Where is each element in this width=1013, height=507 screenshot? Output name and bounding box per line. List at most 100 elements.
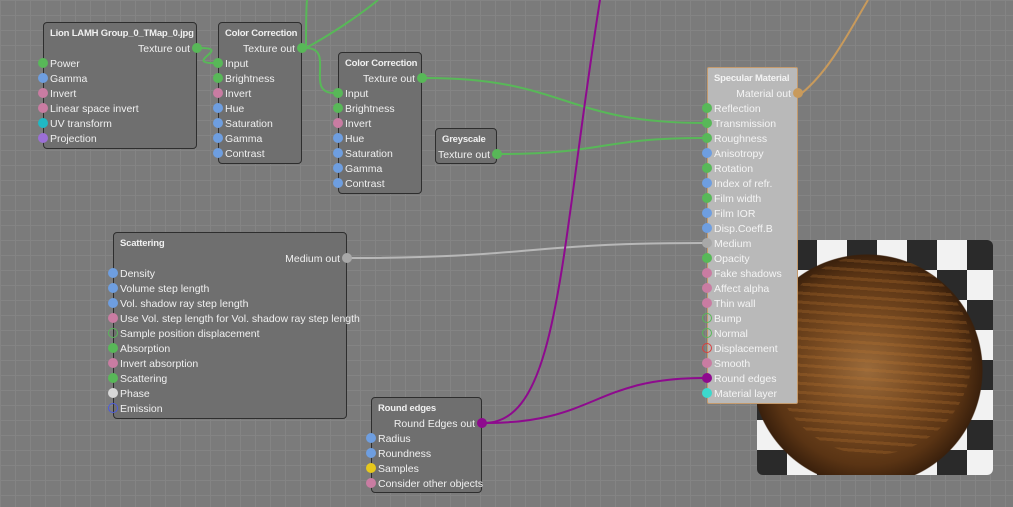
input-label: Density: [120, 268, 156, 280]
node-image[interactable]: Lion LAMH Group_0_TMap_0.jpg Texture out P…: [43, 22, 197, 149]
wire-cc1-up-2[interactable]: [305, 0, 379, 49]
output-port[interactable]: [793, 88, 803, 98]
input-label: Thin wall: [714, 298, 756, 310]
output-port[interactable]: [342, 253, 352, 263]
output-label: Material out: [736, 88, 791, 100]
input-port[interactable]: [213, 58, 223, 68]
input-port[interactable]: [702, 373, 712, 383]
input-port[interactable]: [702, 118, 712, 128]
input-label: UV transform: [50, 118, 112, 130]
wire-cc1-up-1[interactable]: [305, 0, 308, 49]
wire-image-to-cc1[interactable]: [200, 47, 215, 64]
output-port[interactable]: [297, 43, 307, 53]
input-port[interactable]: [108, 268, 118, 278]
input-port[interactable]: [108, 328, 118, 338]
input-label: Invert absorption: [120, 358, 199, 370]
input-label: Vol. shadow ray step length: [120, 298, 249, 310]
input-port[interactable]: [38, 118, 48, 128]
input-port[interactable]: [366, 478, 376, 488]
input-label: Transmission: [714, 118, 777, 130]
input-port[interactable]: [333, 148, 343, 158]
input-port[interactable]: [366, 463, 376, 473]
input-port[interactable]: [702, 133, 712, 143]
input-port[interactable]: [702, 298, 712, 308]
input-port[interactable]: [213, 133, 223, 143]
node-round[interactable]: Round edges Round Edges out Radius Roundnes…: [371, 397, 483, 493]
input-label: Rotation: [714, 163, 754, 175]
input-port[interactable]: [333, 133, 343, 143]
input-port[interactable]: [702, 283, 712, 293]
input-port[interactable]: [108, 313, 118, 323]
output-port[interactable]: [492, 149, 502, 159]
input-port[interactable]: [38, 58, 48, 68]
input-port[interactable]: [38, 103, 48, 113]
input-port[interactable]: [702, 328, 712, 338]
output-port[interactable]: [477, 418, 487, 428]
input-port[interactable]: [38, 73, 48, 83]
wire-grey-to-roughness[interactable]: [500, 137, 704, 155]
input-port[interactable]: [108, 298, 118, 308]
input-port[interactable]: [702, 268, 712, 278]
input-port[interactable]: [702, 148, 712, 158]
input-label: Invert: [225, 88, 252, 100]
output-port[interactable]: [417, 73, 427, 83]
input-port[interactable]: [702, 388, 712, 398]
wire-medium[interactable]: [350, 242, 704, 259]
input-label: Scattering: [120, 373, 168, 385]
input-port[interactable]: [108, 373, 118, 383]
input-port[interactable]: [702, 253, 712, 263]
input-port[interactable]: [333, 178, 343, 188]
input-port[interactable]: [213, 103, 223, 113]
input-port[interactable]: [333, 103, 343, 113]
input-port[interactable]: [38, 133, 48, 143]
node-title: Round edges: [378, 403, 436, 414]
input-label: Samples: [378, 463, 419, 475]
input-label: Reflection: [714, 103, 761, 115]
node-cc2[interactable]: Color Correction Texture out Input Brightne…: [338, 52, 422, 194]
node-cc1[interactable]: Color Correction Texture out Input Brightne…: [218, 22, 302, 164]
input-port[interactable]: [702, 238, 712, 248]
node-spec[interactable]: Specular Material Material out Reflection T…: [707, 67, 798, 404]
input-port[interactable]: [702, 178, 712, 188]
input-port[interactable]: [38, 88, 48, 98]
input-port[interactable]: [213, 148, 223, 158]
input-port[interactable]: [108, 358, 118, 368]
input-port[interactable]: [108, 343, 118, 353]
wire-round-edges[interactable]: [485, 377, 704, 424]
input-label: Contrast: [225, 148, 265, 160]
input-label: Absorption: [120, 343, 171, 355]
node-grey[interactable]: Greyscale Texture out: [435, 128, 497, 164]
input-port[interactable]: [108, 388, 118, 398]
input-label: Use Vol. step length for Vol. shadow ray…: [120, 313, 360, 325]
input-port[interactable]: [702, 163, 712, 173]
input-port[interactable]: [333, 163, 343, 173]
input-port[interactable]: [702, 103, 712, 113]
wire-material-out[interactable]: [801, 0, 869, 94]
input-port[interactable]: [702, 313, 712, 323]
input-label: Contrast: [345, 178, 385, 190]
input-port[interactable]: [366, 448, 376, 458]
wire-cc2-to-transmission[interactable]: [425, 77, 704, 124]
node-title: Scattering: [120, 238, 165, 249]
input-port[interactable]: [213, 118, 223, 128]
input-port[interactable]: [108, 403, 118, 413]
input-port[interactable]: [333, 88, 343, 98]
wire-cc1-to-cc2[interactable]: [305, 47, 335, 94]
input-port[interactable]: [702, 358, 712, 368]
input-port[interactable]: [702, 193, 712, 203]
input-port[interactable]: [213, 88, 223, 98]
input-port[interactable]: [213, 73, 223, 83]
input-port[interactable]: [702, 208, 712, 218]
input-label: Invert: [345, 118, 372, 130]
input-port[interactable]: [702, 223, 712, 233]
input-label: Affect alpha: [714, 283, 770, 295]
input-port[interactable]: [333, 118, 343, 128]
input-port[interactable]: [366, 433, 376, 443]
input-port[interactable]: [702, 343, 712, 353]
wire-round-up[interactable]: [485, 0, 601, 424]
input-port[interactable]: [108, 283, 118, 293]
input-label: Brightness: [225, 73, 275, 85]
input-label: Emission: [120, 403, 163, 415]
node-scatter[interactable]: Scattering Medium out Density Volume step l…: [113, 232, 360, 419]
output-port[interactable]: [192, 43, 202, 53]
